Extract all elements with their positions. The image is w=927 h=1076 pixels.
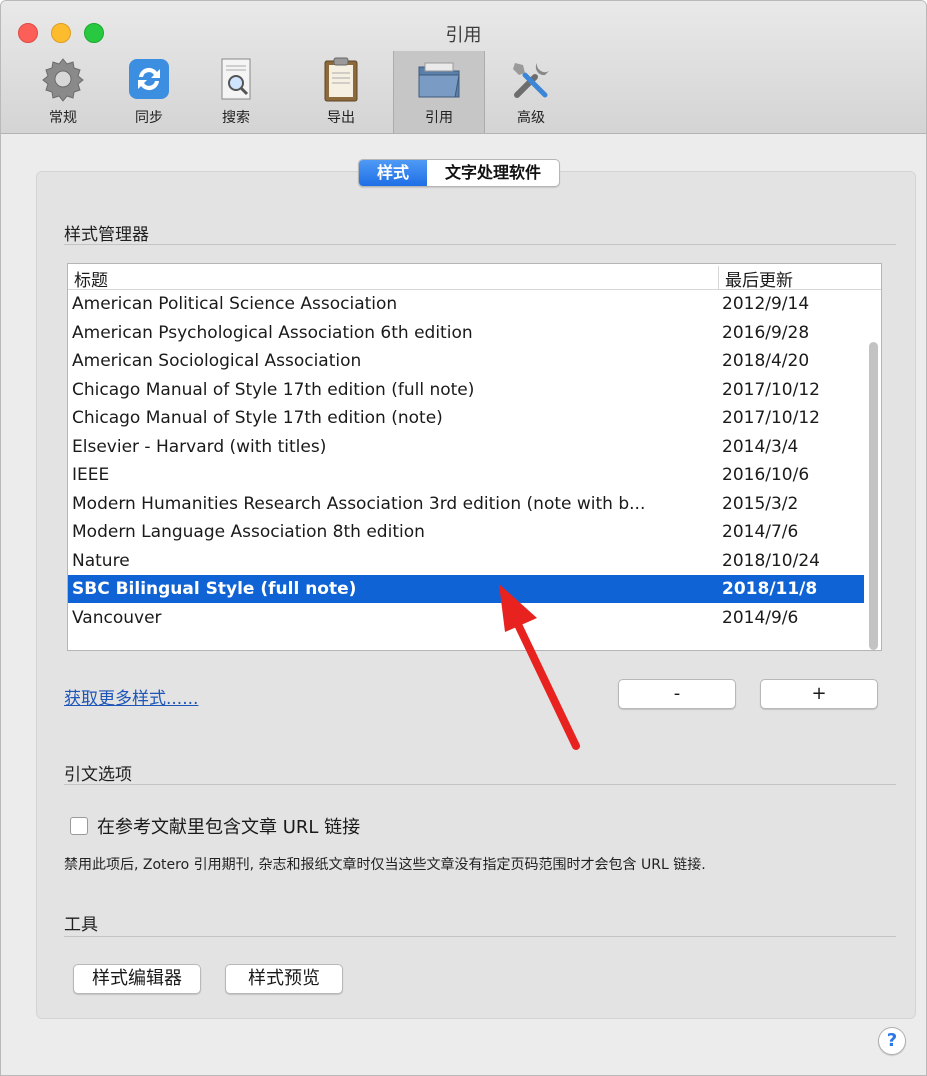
style-title-cell: SBC Bilingual Style (full note) (72, 579, 357, 599)
table-header: 标题 最后更新 (68, 264, 881, 291)
updated-date-cell: 2012/9/14 (722, 294, 810, 314)
add-style-button[interactable]: + (760, 679, 878, 709)
updated-date-cell: 2014/7/6 (722, 522, 799, 542)
table-row[interactable]: Chicago Manual of Style 17th edition (fu… (68, 376, 864, 404)
toolbar-label: 引用 (425, 110, 453, 126)
table-row[interactable]: American Political Science Association 20… (68, 290, 864, 318)
include-url-hint: 禁用此项后, Zotero 引用期刊, 杂志和报纸文章时仅当这些文章没有指定页码… (64, 857, 706, 873)
scrollbar-thumb[interactable] (869, 342, 878, 650)
style-title-cell: Vancouver (72, 607, 162, 628)
divider (64, 936, 896, 937)
style-editor-button[interactable]: 样式编辑器 (73, 964, 201, 994)
divider (64, 244, 896, 245)
style-title-cell: Elsevier - Harvard (with titles) (72, 436, 327, 457)
folder-icon (418, 62, 460, 98)
table-row[interactable]: Modern Language Association 8th edition 2… (68, 518, 864, 546)
updated-date-cell: 2018/10/24 (722, 550, 820, 571)
style-title-cell: Chicago Manual of Style 17th edition (no… (72, 408, 443, 428)
remove-style-button[interactable]: - (618, 679, 736, 709)
updated-date-cell: 2017/10/12 (722, 379, 820, 400)
toolbar-label: 导出 (327, 110, 355, 126)
toolbar-item-search[interactable]: 搜索 (191, 51, 281, 133)
style-title-cell: American Psychological Association 6th e… (72, 322, 473, 343)
updated-date-cell: 2018/11/8 (722, 579, 818, 599)
style-title-cell: Chicago Manual of Style 17th edition (fu… (72, 379, 475, 400)
tools-heading: 工具 (64, 915, 98, 935)
style-title-cell: American Political Science Association (72, 294, 398, 314)
style-title-cell: Nature (72, 550, 130, 571)
get-more-styles-link[interactable]: 获取更多样式...... (64, 684, 198, 709)
updated-date-cell: 2015/3/2 (722, 493, 799, 514)
updated-date-cell: 2014/9/6 (722, 607, 799, 628)
column-header-updated[interactable]: 最后更新 (718, 266, 793, 291)
tab-styles[interactable]: 样式 (359, 160, 428, 186)
table-row[interactable]: IEEE 2016/10/6 (68, 461, 864, 489)
toolbar-item-general[interactable]: 常规 (18, 51, 108, 133)
tools-icon (513, 63, 549, 98)
citation-options-heading: 引文选项 (64, 765, 132, 785)
style-title-cell: IEEE (72, 465, 110, 485)
include-url-label[interactable]: 在参考文献里包含文章 URL 链接 (97, 813, 360, 839)
style-title-cell: American Sociological Association (72, 351, 362, 371)
updated-date-cell: 2014/3/4 (722, 436, 799, 457)
title-bar: 引用 常规 同步 搜索 导出 引用 高级 (1, 1, 926, 134)
toolbar-item-cite[interactable]: 引用 (393, 51, 485, 133)
search-document-icon (221, 58, 251, 100)
clipboard-icon (324, 57, 358, 102)
updated-date-cell: 2017/10/12 (722, 408, 820, 428)
gear-icon (42, 58, 84, 102)
table-row[interactable]: Elsevier - Harvard (with titles) 2014/3/4 (68, 433, 864, 461)
table-row[interactable]: Chicago Manual of Style 17th edition (no… (68, 404, 864, 432)
style-title-cell: Modern Humanities Research Association 3… (72, 493, 646, 514)
tab-control: 样式 文字处理软件 (358, 159, 561, 187)
toolbar-label: 同步 (135, 110, 163, 126)
table-row[interactable]: Nature 2018/10/24 (68, 547, 864, 575)
toolbar-item-sync[interactable]: 同步 (104, 51, 194, 133)
column-header-title[interactable]: 标题 (74, 266, 108, 291)
toolbar-label: 常规 (49, 110, 77, 126)
divider (64, 784, 896, 785)
style-manager-heading: 样式管理器 (64, 225, 149, 245)
toolbar-label: 高级 (517, 110, 545, 126)
preferences-window: 引用 常规 同步 搜索 导出 引用 高级 样式 文字处理软件 样式管理器 标题 … (0, 0, 927, 1076)
help-button[interactable]: ? (878, 1027, 906, 1055)
toolbar-item-advanced[interactable]: 高级 (486, 51, 576, 133)
updated-date-cell: 2016/9/28 (722, 322, 810, 343)
toolbar-item-export[interactable]: 导出 (296, 51, 386, 133)
toolbar-label: 搜索 (222, 110, 250, 126)
table-row[interactable]: SBC Bilingual Style (full note) 2018/11/8 (68, 575, 864, 603)
window-title: 引用 (445, 25, 482, 46)
sync-icon (129, 59, 169, 99)
tab-word-processors[interactable]: 文字处理软件 (427, 160, 559, 186)
table-row[interactable]: Modern Humanities Research Association 3… (68, 490, 864, 518)
table-row[interactable]: American Psychological Association 6th e… (68, 319, 864, 347)
annotation-arrow (499, 584, 580, 750)
updated-date-cell: 2016/10/6 (722, 465, 810, 485)
table-row[interactable]: American Sociological Association 2018/4/… (68, 347, 864, 375)
table-row[interactable]: Vancouver 2014/9/6 (68, 604, 864, 632)
style-preview-button[interactable]: 样式预览 (225, 964, 343, 994)
updated-date-cell: 2018/4/20 (722, 351, 810, 371)
style-title-cell: Modern Language Association 8th edition (72, 522, 425, 542)
include-url-checkbox[interactable] (70, 817, 88, 835)
